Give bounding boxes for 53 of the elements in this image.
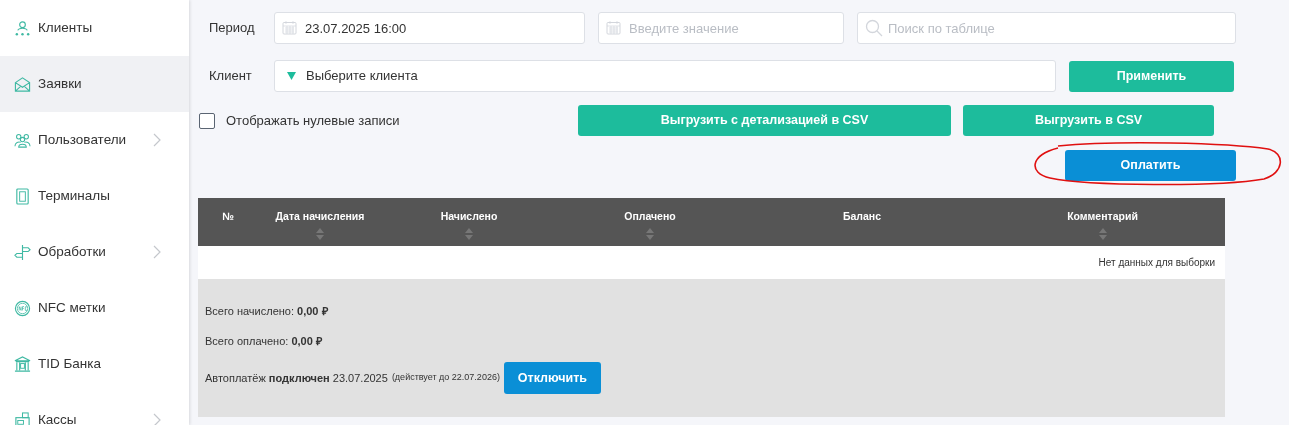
search-icon bbox=[865, 19, 883, 37]
sidebar-label: Пользователи bbox=[38, 130, 127, 149]
autopay-status-text: Автоплатёж подключен 23.07.2025 bbox=[205, 370, 388, 386]
sidebar-label: NFC метки bbox=[38, 298, 106, 317]
users-network-icon bbox=[14, 19, 31, 37]
sidebar-item[interactable]: Пользователи bbox=[0, 112, 189, 168]
column-header[interactable]: Баланс bbox=[842, 210, 882, 222]
column-header[interactable]: Комментарий bbox=[1067, 210, 1138, 222]
sidebar-item[interactable]: Обработки bbox=[0, 224, 189, 280]
client-select[interactable]: Выберите клиента bbox=[274, 60, 1056, 92]
column-header[interactable]: Дата начисления bbox=[275, 210, 365, 222]
calendar-icon bbox=[282, 20, 297, 35]
column-header[interactable]: Оплачено bbox=[624, 210, 676, 222]
field-label: Клиент bbox=[209, 67, 253, 86]
sidebar-label: Кассы bbox=[38, 410, 77, 425]
column-header[interactable]: № bbox=[222, 210, 234, 222]
signpost-icon bbox=[14, 243, 31, 261]
disable-autopay-button[interactable]: Отключить bbox=[503, 362, 601, 394]
calendar-icon bbox=[606, 20, 621, 35]
sort-icon[interactable] bbox=[465, 227, 473, 240]
autopay-validity-note: (действует до 22.07.2026) bbox=[391, 371, 500, 385]
cash-register-icon bbox=[14, 411, 31, 425]
sort-icon[interactable] bbox=[646, 227, 654, 240]
date-field[interactable]: 23.07.2025 16:00 bbox=[274, 12, 585, 44]
checkbox-label: Отображать нулевые записи bbox=[226, 111, 401, 130]
device-icon bbox=[14, 187, 31, 205]
sort-icon[interactable] bbox=[1098, 227, 1107, 240]
sidebar-item[interactable]: Кассы bbox=[0, 392, 189, 425]
sidebar-label: Клиенты bbox=[38, 18, 93, 37]
total-charged-text: Всего начислено: 0,00 ₽ bbox=[205, 304, 329, 319]
sidebar-label: TID Банка bbox=[38, 354, 102, 373]
sort-icon[interactable] bbox=[316, 227, 324, 240]
sidebar-item[interactable]: Заявки bbox=[0, 56, 189, 112]
dropdown-caret-icon bbox=[287, 72, 296, 80]
sidebar-item[interactable]: NFC метки bbox=[0, 280, 189, 336]
nfc-icon bbox=[14, 299, 31, 317]
empty-message: Нет данных для выборки bbox=[1098, 257, 1215, 268]
people-group-icon bbox=[14, 131, 31, 149]
sidebar-label: Обработки bbox=[38, 242, 106, 261]
checkbox[interactable] bbox=[199, 112, 215, 129]
envelope-icon bbox=[14, 75, 31, 93]
date-field[interactable]: Введите значение bbox=[598, 12, 844, 44]
sidebar-item[interactable]: Клиенты bbox=[0, 0, 189, 56]
sidebar-label: Терминалы bbox=[38, 186, 110, 205]
sidebar-item[interactable]: Терминалы bbox=[0, 168, 189, 224]
bank-icon bbox=[14, 355, 31, 373]
sidebar-item[interactable]: TID Банка bbox=[0, 336, 189, 392]
search-field[interactable]: Поиск по таблице bbox=[857, 12, 1236, 44]
pay-button[interactable]: Оплатить bbox=[1065, 150, 1236, 181]
field-label: Период bbox=[209, 19, 256, 38]
sidebar-label: Заявки bbox=[38, 74, 82, 93]
total-paid-text: Всего оплачено: 0,00 ₽ bbox=[205, 333, 323, 349]
column-header[interactable]: Начислено bbox=[440, 210, 498, 222]
